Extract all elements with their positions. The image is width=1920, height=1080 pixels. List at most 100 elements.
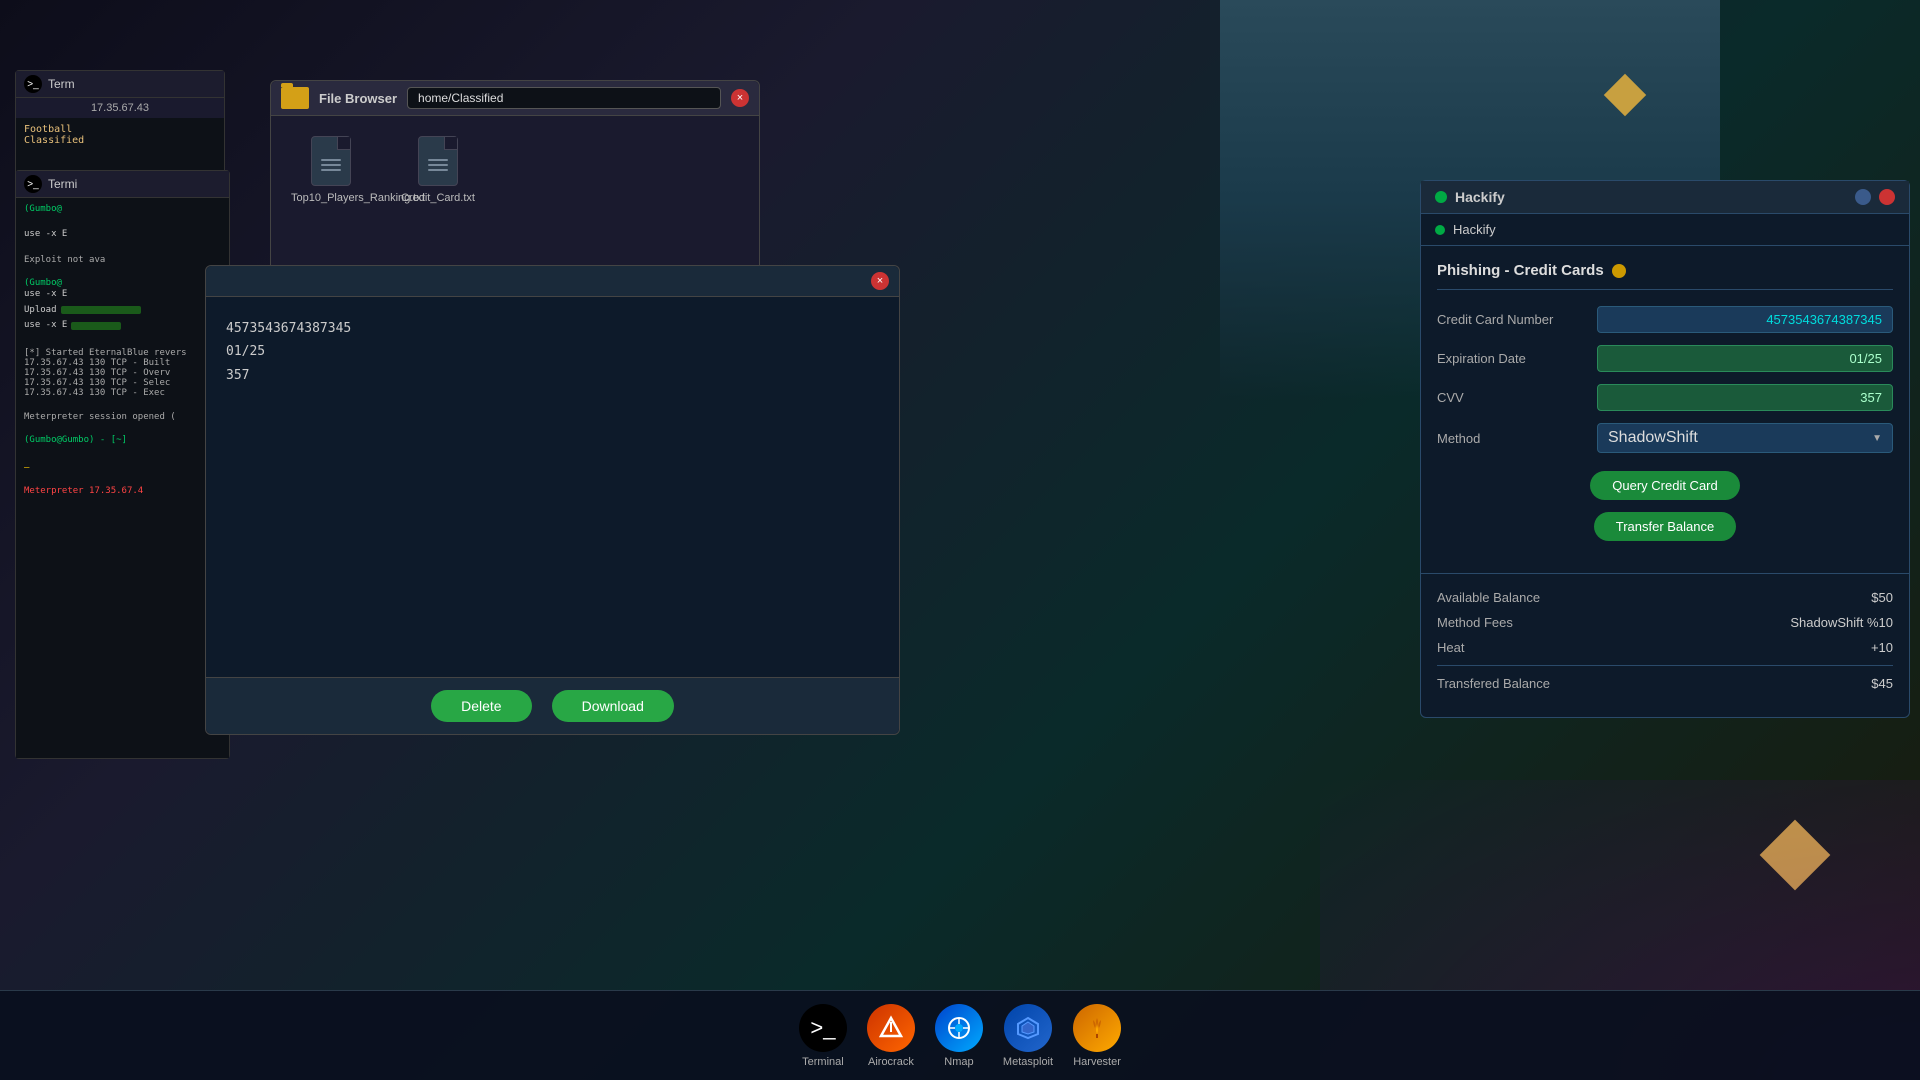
- terminal-line-2: [24, 214, 221, 228]
- file-line-3: [321, 169, 341, 171]
- field-row-cvv: CVV 357: [1437, 384, 1893, 411]
- terminal-line-14: 17.35.67.43 130 TCP - Selec: [24, 378, 221, 388]
- phishing-section: Phishing - Credit Cards Credit Card Numb…: [1421, 246, 1909, 573]
- taskbar-item-harvester[interactable]: Harvester: [1073, 1004, 1121, 1068]
- heat-value: +10: [1871, 640, 1893, 655]
- taskbar-item-nmap[interactable]: Nmap: [935, 1004, 983, 1068]
- nmap-icon: [935, 1004, 983, 1052]
- heat-label: Heat: [1437, 640, 1464, 655]
- text-viewer-close-button[interactable]: ×: [871, 272, 889, 290]
- terminal-line-18: [24, 422, 221, 436]
- terminal-line-12: 17.35.67.43 130 TCP - Built: [24, 358, 221, 368]
- terminal-main-content[interactable]: (Gumbo@ use -x E Exploit not ava (Gumbo@…: [16, 198, 229, 758]
- cvv-label: CVV: [1437, 390, 1597, 405]
- cc-number-label: Credit Card Number: [1437, 312, 1597, 327]
- terminal-meterpreter: Meterpreter 17.35.67.4: [24, 486, 221, 496]
- file-line-cc-3: [428, 169, 448, 171]
- expiry-value: 01/25: [1597, 345, 1893, 372]
- transferred-balance-value: $45: [1871, 676, 1893, 691]
- taskbar-item-terminal[interactable]: >_ Terminal: [799, 1004, 847, 1068]
- file-item-players[interactable]: Top10_Players_Ranking.txt: [291, 136, 371, 276]
- text-viewer-line1: 4573543674387345: [226, 317, 879, 340]
- file-icon-players: [311, 136, 351, 186]
- file-browser-titlebar: File Browser home/Classified ×: [271, 81, 759, 116]
- file-browser-close-button[interactable]: ×: [731, 89, 749, 107]
- terminal-line-17: Meterpreter session opened (: [24, 412, 221, 422]
- terminal-line-1: (Gumbo@: [24, 204, 221, 214]
- terminal-ip: 17.35.67.43: [16, 98, 224, 118]
- terminal-main-titlebar: >_ Termi: [16, 171, 229, 198]
- field-row-expiry: Expiration Date 01/25: [1437, 345, 1893, 372]
- airocrack-label: Airocrack: [868, 1056, 914, 1068]
- hackify-nav-dot: [1435, 225, 1445, 235]
- file-line-1: [321, 159, 341, 161]
- file-line-cc-1: [428, 159, 448, 161]
- airocrack-icon: [867, 1004, 915, 1052]
- field-row-method: Method ShadowShift ▼: [1437, 423, 1893, 453]
- file-icon-creditcard: [418, 136, 458, 186]
- file-item-creditcard[interactable]: Credit_Card.txt: [401, 136, 475, 276]
- terminal-line-15: 17.35.67.43 130 TCP - Exec: [24, 388, 221, 398]
- method-fees-label: Method Fees: [1437, 615, 1513, 630]
- file-browser-title: File Browser: [319, 91, 397, 106]
- terminal-line-20: [24, 473, 221, 487]
- terminal-label: Terminal: [802, 1056, 844, 1068]
- hackify-status-dot: [1435, 191, 1447, 203]
- hackify-close-button[interactable]: [1879, 189, 1895, 205]
- terminal-small-title: Term: [48, 77, 75, 91]
- terminal-small-titlebar: >_ Term: [16, 71, 224, 98]
- action-buttons: Query Credit Card Transfer Balance: [1437, 465, 1893, 547]
- terminal-line-9: use -x E: [24, 319, 67, 333]
- terminal-small-icon: >_: [24, 75, 42, 93]
- text-viewer-modal: × 4573543674387345 01/25 357 Delete Down…: [205, 265, 900, 735]
- cvv-value: 357: [1597, 384, 1893, 411]
- hackify-minimize-button[interactable]: [1855, 189, 1871, 205]
- metasploit-label: Metasploit: [1003, 1056, 1053, 1068]
- taskbar-item-metasploit[interactable]: Metasploit: [1003, 1004, 1053, 1068]
- text-viewer-footer: Delete Download: [206, 677, 899, 734]
- terminal-line-13: 17.35.67.43 130 TCP - Overv: [24, 368, 221, 378]
- folder-football[interactable]: Football: [24, 124, 216, 135]
- info-row-transferred: Transfered Balance $45: [1437, 676, 1893, 691]
- method-select[interactable]: ShadowShift ▼: [1597, 423, 1893, 453]
- terminal-prompt-main: (Gumbo@Gumbo) - [~]: [24, 435, 221, 445]
- method-label: Method: [1437, 431, 1597, 446]
- terminal-line-5: Exploit not ava: [24, 255, 221, 265]
- terminal-line-7: (Gumbo@: [24, 278, 221, 288]
- harvester-icon: [1073, 1004, 1121, 1052]
- file-browser-path[interactable]: home/Classified: [407, 87, 721, 109]
- terminal-line-16: [24, 398, 221, 412]
- file-icon-lines-creditcard: [428, 159, 448, 171]
- harvester-label: Harvester: [1073, 1056, 1121, 1068]
- text-viewer-titlebar: ×: [206, 266, 899, 297]
- transfer-balance-button[interactable]: Transfer Balance: [1594, 512, 1737, 541]
- hackify-titlebar: Hackify: [1421, 181, 1909, 214]
- taskbar-item-airocrack[interactable]: Airocrack: [867, 1004, 915, 1068]
- nmap-label: Nmap: [944, 1056, 973, 1068]
- file-browser-folder-icon: [281, 87, 309, 109]
- text-viewer-line2: 01/25: [226, 340, 879, 363]
- hackify-nav-section: Hackify: [1421, 214, 1909, 246]
- download-button[interactable]: Download: [552, 690, 674, 722]
- taskbar: >_ Terminal Airocrack Nmap: [0, 990, 1920, 1080]
- terminal-line-10: [24, 335, 221, 349]
- terminal-line-8: use -x E: [24, 288, 221, 302]
- folder-classified[interactable]: Classified: [24, 135, 216, 146]
- text-viewer-line3: 357: [226, 364, 879, 387]
- file-icon-lines-players: [321, 159, 341, 171]
- terminal-cursor: —: [24, 463, 221, 473]
- method-value: ShadowShift: [1608, 429, 1698, 447]
- terminal-main-title: Termi: [48, 177, 77, 191]
- cc-number-value: 4573543674387345: [1597, 306, 1893, 333]
- text-viewer-content: 4573543674387345 01/25 357: [206, 297, 899, 677]
- info-divider: [1437, 665, 1893, 666]
- terminal-line-6: [24, 265, 221, 279]
- terminal-line-19: [24, 445, 221, 459]
- delete-button[interactable]: Delete: [431, 690, 531, 722]
- phishing-status-dot: [1612, 264, 1626, 278]
- terminal-main-window: >_ Termi (Gumbo@ use -x E Exploit not av…: [15, 170, 230, 759]
- metasploit-icon: [1004, 1004, 1052, 1052]
- hackify-window-title: Hackify: [1455, 189, 1505, 205]
- info-row-heat: Heat +10: [1437, 640, 1893, 655]
- query-credit-card-button[interactable]: Query Credit Card: [1590, 471, 1739, 500]
